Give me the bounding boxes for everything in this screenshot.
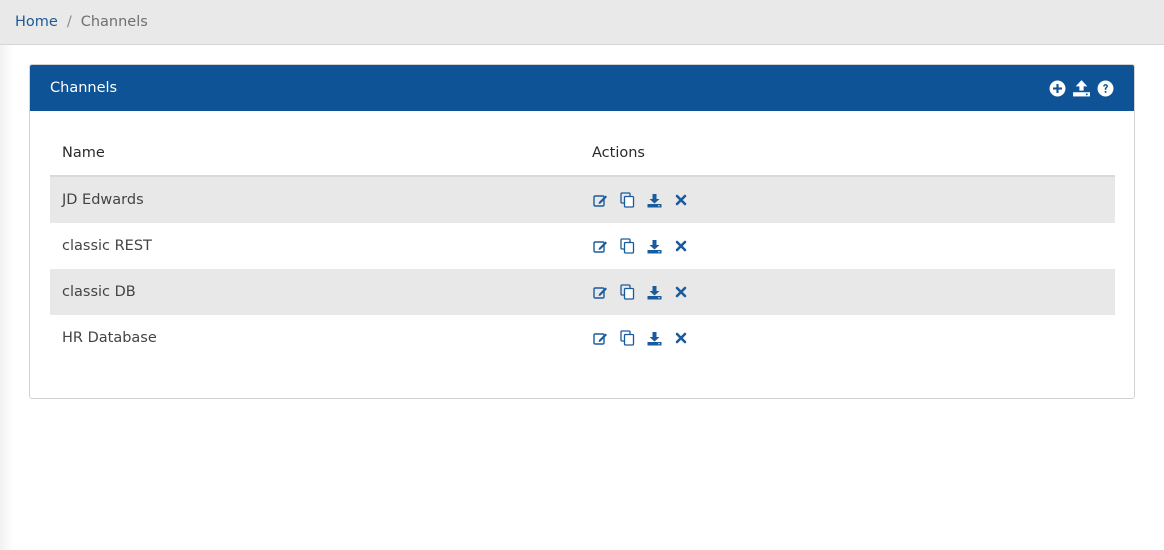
- row-actions: [580, 284, 689, 300]
- channel-name: JD Edwards: [62, 192, 144, 208]
- delete-icon[interactable]: [673, 238, 689, 254]
- copy-icon[interactable]: [619, 192, 635, 208]
- table-header: Name Actions: [50, 130, 1115, 177]
- table-row: classic DB: [50, 269, 1115, 315]
- breadcrumb-home-link[interactable]: Home: [15, 14, 58, 30]
- card-header: Channels: [30, 65, 1134, 111]
- copy-icon[interactable]: [619, 284, 635, 300]
- table-body: JD Edwards classic REST classic DB HR Datab…: [50, 177, 1115, 361]
- column-header-name: Name: [62, 144, 105, 161]
- page: Home / Channels Channels Name Actions JD…: [0, 0, 1164, 550]
- breadcrumb: Home / Channels: [0, 0, 1164, 45]
- channels-table: Name Actions JD Edwards classic REST class…: [50, 130, 1115, 361]
- edit-icon[interactable]: [592, 284, 608, 300]
- copy-icon[interactable]: [619, 330, 635, 346]
- edit-icon[interactable]: [592, 238, 608, 254]
- edit-icon[interactable]: [592, 330, 608, 346]
- channel-name: HR Database: [62, 330, 157, 346]
- card-title: Channels: [50, 80, 118, 96]
- delete-icon[interactable]: [673, 192, 689, 208]
- channel-name: classic REST: [62, 238, 152, 254]
- channels-card: Channels Name Actions JD Edwards classic …: [29, 64, 1135, 399]
- column-header-actions: Actions: [592, 144, 645, 161]
- download-icon[interactable]: [646, 330, 662, 346]
- download-icon[interactable]: [646, 238, 662, 254]
- row-actions: [580, 330, 689, 346]
- upload-icon[interactable]: [1072, 79, 1091, 98]
- table-row: JD Edwards: [50, 177, 1115, 223]
- edit-icon[interactable]: [592, 192, 608, 208]
- copy-icon[interactable]: [619, 238, 635, 254]
- delete-icon[interactable]: [673, 284, 689, 300]
- row-actions: [580, 192, 689, 208]
- table-row: HR Database: [50, 315, 1115, 361]
- help-icon[interactable]: [1096, 79, 1115, 98]
- table-row: classic REST: [50, 223, 1115, 269]
- breadcrumb-separator: /: [66, 14, 72, 30]
- download-icon[interactable]: [646, 284, 662, 300]
- add-circle-icon[interactable]: [1048, 79, 1067, 98]
- row-actions: [580, 238, 689, 254]
- channel-name: classic DB: [62, 284, 136, 300]
- header-actions: [1048, 79, 1115, 98]
- download-icon[interactable]: [646, 192, 662, 208]
- delete-icon[interactable]: [673, 330, 689, 346]
- breadcrumb-current: Channels: [80, 14, 148, 30]
